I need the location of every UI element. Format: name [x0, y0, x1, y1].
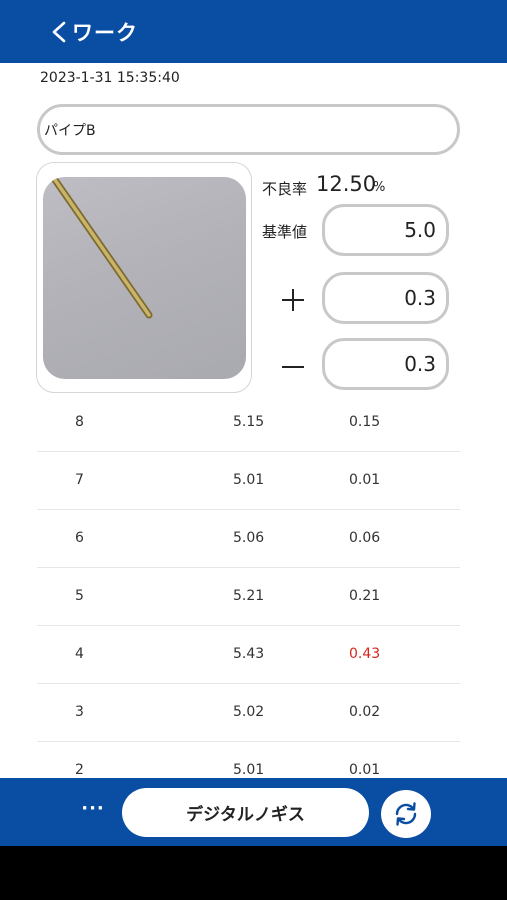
measurement-list[interactable]: 8 5.15 0.15 7 5.01 0.01 6 5.06 0.06 5 5.21 0.21 4 5.4… [37, 394, 460, 778]
row-number: 3 [75, 704, 84, 720]
minus-icon [282, 356, 304, 378]
deviation-value: 0.15 [349, 414, 381, 430]
table-row[interactable]: 4 5.43 0.43 [37, 626, 460, 684]
table-row[interactable]: 3 5.02 0.02 [37, 684, 460, 742]
measured-value: 5.02 [233, 704, 265, 720]
defect-rate-label: 不良率 [262, 180, 308, 198]
minus-tolerance-field[interactable]: 0.3 [322, 338, 449, 390]
deviation-value: 0.02 [349, 704, 381, 720]
bottom-toolbar: ··· デジタルノギス [0, 778, 507, 846]
measured-value: 5.43 [233, 646, 265, 662]
page-title: ワーク [72, 21, 138, 45]
deviation-value: 0.01 [349, 472, 381, 488]
row-number: 4 [75, 646, 84, 662]
measured-value: 5.15 [233, 414, 265, 430]
measured-value: 5.01 [233, 762, 265, 778]
digital-caliper-button[interactable]: デジタルノギス [122, 788, 369, 837]
table-row[interactable]: 5 5.21 0.21 [37, 568, 460, 626]
row-number: 8 [75, 414, 84, 430]
chevron-left-icon [52, 21, 66, 43]
table-row[interactable]: 6 5.06 0.06 [37, 510, 460, 568]
more-button[interactable]: ··· [78, 798, 108, 824]
deviation-value: 0.01 [349, 762, 381, 778]
work-photo [43, 177, 246, 379]
defect-rate-unit: % [373, 180, 386, 195]
work-name-field[interactable]: パイプB [37, 104, 460, 155]
deviation-value: 0.43 [349, 646, 381, 662]
deviation-value: 0.06 [349, 530, 381, 546]
row-number: 7 [75, 472, 84, 488]
plus-tolerance-field[interactable]: 0.3 [322, 272, 449, 324]
table-row[interactable]: 2 5.01 0.01 [37, 742, 460, 778]
work-photo-frame[interactable] [36, 162, 252, 393]
row-number: 2 [75, 762, 84, 778]
timestamp: 2023-1-31 15:35:40 [40, 70, 180, 86]
deviation-value: 0.21 [349, 588, 381, 604]
plus-icon [282, 289, 304, 311]
refresh-icon [395, 802, 417, 826]
table-row[interactable]: 8 5.15 0.15 [37, 394, 460, 452]
standard-value-label: 基準値 [262, 223, 308, 241]
row-number: 5 [75, 588, 84, 604]
defect-rate-value: 12.50 [316, 172, 377, 196]
back-button[interactable]: ワーク [50, 14, 138, 50]
refresh-button[interactable] [381, 790, 431, 838]
system-navigation-bar [0, 846, 507, 900]
table-row[interactable]: 7 5.01 0.01 [37, 452, 460, 510]
standard-value-field[interactable]: 5.0 [322, 204, 449, 256]
measured-value: 5.21 [233, 588, 265, 604]
app-header: ワーク [0, 0, 507, 63]
measured-value: 5.06 [233, 530, 265, 546]
row-number: 6 [75, 530, 84, 546]
measured-value: 5.01 [233, 472, 265, 488]
